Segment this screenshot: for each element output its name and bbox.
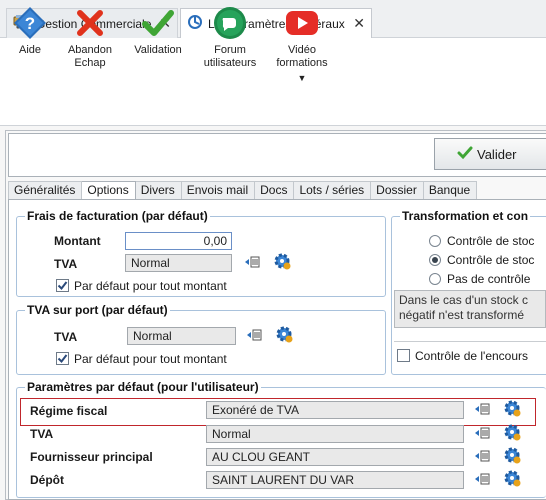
depot-select[interactable]: SAINT LAURENT DU VAR bbox=[206, 471, 464, 489]
play-video-icon bbox=[285, 6, 319, 40]
gear-icon[interactable] bbox=[276, 326, 294, 347]
list-lookup-icon[interactable] bbox=[244, 255, 260, 272]
forum-label-1: Forum bbox=[214, 44, 246, 56]
close-icon[interactable]: ✕ bbox=[353, 15, 365, 32]
par-defaut-checkbox[interactable] bbox=[56, 279, 69, 292]
video-label-2: formations bbox=[276, 57, 328, 69]
tva-user-label: TVA bbox=[30, 427, 54, 441]
gear-icon[interactable] bbox=[274, 253, 292, 274]
video-button[interactable]: Vidéo formations ▼ bbox=[272, 6, 332, 85]
radio-label: Contrôle de stoc bbox=[447, 234, 535, 248]
forum-icon bbox=[213, 6, 247, 40]
tab-generalites[interactable]: Généralités bbox=[8, 181, 83, 199]
transfo-info-box: Dans le cas d'un stock c négatif n'est t… bbox=[394, 290, 546, 328]
validation-button[interactable]: Validation bbox=[128, 6, 188, 57]
aide-button[interactable]: ? Aide bbox=[0, 6, 60, 57]
tva-port-label: TVA bbox=[54, 330, 78, 344]
abandon-label-1: Abandon bbox=[67, 44, 113, 56]
tva-label: TVA bbox=[54, 257, 78, 271]
par-defaut-port-checkbox[interactable] bbox=[56, 352, 69, 365]
fournisseur-select[interactable]: AU CLOU GEANT bbox=[206, 448, 464, 466]
abandon-button[interactable]: Abandon Echap bbox=[60, 6, 120, 70]
par-defaut-label: Par défaut pour tout montant bbox=[74, 279, 227, 293]
gear-icon[interactable] bbox=[504, 470, 522, 491]
gear-icon[interactable] bbox=[504, 447, 522, 468]
transfo-title: Transformation et con bbox=[402, 209, 529, 223]
section-tabs: Généralités Options Divers Envois mail D… bbox=[8, 181, 478, 200]
validation-label: Validation bbox=[134, 44, 182, 56]
par-defaut-port-label: Par défaut pour tout montant bbox=[74, 352, 227, 366]
checkmark-icon bbox=[141, 6, 175, 40]
divider bbox=[394, 341, 546, 342]
list-lookup-icon[interactable] bbox=[474, 472, 490, 489]
fournisseur-label: Fournisseur principal bbox=[30, 450, 153, 464]
tab-banque[interactable]: Banque bbox=[423, 181, 478, 199]
depot-label: Dépôt bbox=[30, 473, 64, 487]
video-label-1: Vidéo bbox=[288, 44, 316, 56]
checkmark-icon bbox=[457, 146, 473, 163]
montant-label: Montant bbox=[54, 234, 101, 248]
valider-button[interactable]: Valider bbox=[434, 138, 546, 170]
aide-label: Aide bbox=[18, 44, 42, 56]
radio-controle-stock-2[interactable] bbox=[429, 254, 441, 266]
tva-select[interactable]: Normal bbox=[125, 254, 232, 272]
info-line-2: négatif n'est transformé bbox=[399, 308, 525, 322]
radio-controle-stock-1[interactable] bbox=[429, 235, 441, 247]
list-lookup-icon[interactable] bbox=[474, 449, 490, 466]
dropdown-arrow-icon[interactable]: ▼ bbox=[272, 72, 332, 85]
highlight-box bbox=[20, 398, 536, 426]
params-title: Paramètres par défaut (pour l'utilisateu… bbox=[27, 380, 259, 394]
tab-lots-series[interactable]: Lots / séries bbox=[294, 181, 372, 199]
tva-port-select[interactable]: Normal bbox=[127, 327, 236, 345]
tab-envois-mail[interactable]: Envois mail bbox=[181, 181, 256, 199]
help-icon: ? bbox=[13, 6, 47, 40]
forum-label-2: utilisateurs bbox=[203, 57, 257, 69]
radio-label: Pas de contrôle bbox=[447, 272, 531, 286]
radio-pas-de-controle[interactable] bbox=[429, 273, 441, 285]
gear-icon[interactable] bbox=[504, 424, 522, 445]
tva-user-select[interactable]: Normal bbox=[206, 425, 464, 443]
encours-checkbox[interactable] bbox=[397, 349, 410, 362]
tab-docs[interactable]: Docs bbox=[255, 181, 295, 199]
tab-divers[interactable]: Divers bbox=[135, 181, 182, 199]
montant-input[interactable]: 0,00 bbox=[125, 232, 232, 250]
port-title: TVA sur port (par défaut) bbox=[27, 303, 168, 317]
abandon-label-2: Echap bbox=[74, 57, 106, 69]
tab-dossier[interactable]: Dossier bbox=[371, 181, 424, 199]
cancel-icon bbox=[73, 6, 107, 40]
forum-button[interactable]: Forum utilisateurs bbox=[200, 6, 260, 70]
frais-title: Frais de facturation (par défaut) bbox=[27, 209, 208, 223]
info-line-1: Dans le cas d'un stock c bbox=[399, 293, 529, 307]
list-lookup-icon[interactable] bbox=[246, 328, 262, 345]
tab-options[interactable]: Options bbox=[82, 181, 136, 200]
valider-label: Valider bbox=[477, 146, 517, 162]
encours-label: Contrôle de l'encours bbox=[415, 349, 529, 363]
radio-label: Contrôle de stoc bbox=[447, 253, 535, 267]
svg-text:?: ? bbox=[25, 14, 35, 33]
list-lookup-icon[interactable] bbox=[474, 426, 490, 443]
